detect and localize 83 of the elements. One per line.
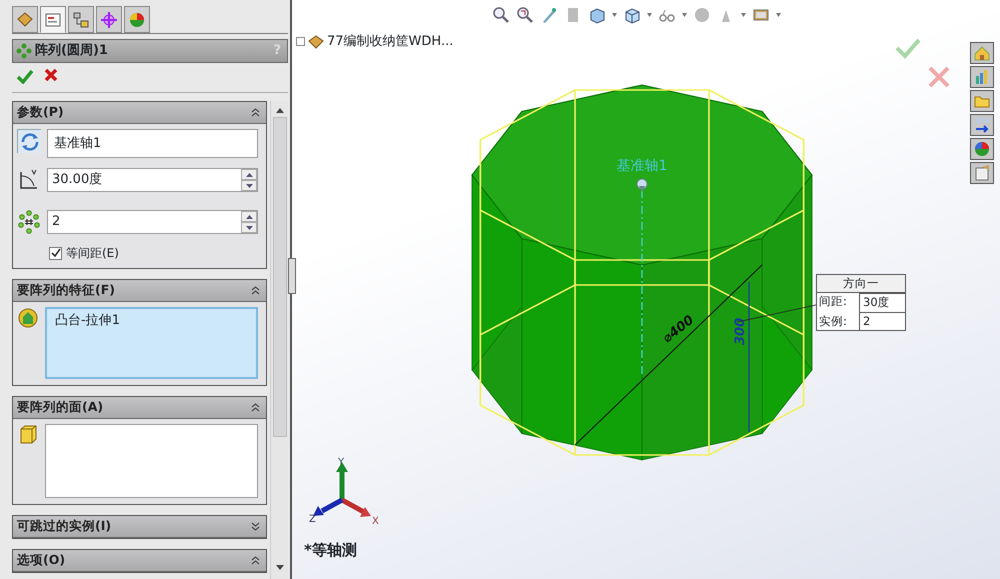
scroll-thumb[interactable] <box>272 117 286 437</box>
list-item[interactable]: 凸台-拉伸1 <box>55 311 248 330</box>
scrollbar[interactable] <box>270 101 288 579</box>
spin-up-button[interactable] <box>241 169 257 180</box>
caret-icon[interactable] <box>612 13 617 17</box>
sphere-icon <box>128 10 146 28</box>
section-header[interactable]: 选项(O) <box>13 550 266 572</box>
part-icon <box>308 34 324 49</box>
pen-icon[interactable] <box>540 6 558 24</box>
collapse-icon <box>251 286 260 295</box>
task-pane-tab[interactable] <box>970 42 994 64</box>
caret-icon[interactable] <box>741 13 746 17</box>
checkbox-label: 等间距(E) <box>66 245 119 262</box>
reverse-direction-button[interactable] <box>17 129 41 153</box>
down-arrow-icon <box>246 226 252 230</box>
tree-item[interactable]: 77编制收纳筐WDH... <box>327 32 454 52</box>
selection-list[interactable]: 凸台-拉伸1 <box>45 307 258 379</box>
feature-title: 阵列(圆周)1 <box>35 42 108 60</box>
house-icon <box>973 44 991 62</box>
selection-field[interactable]: 基准轴1 <box>47 129 258 158</box>
callout-title: 方向一 <box>817 275 905 294</box>
spin-down-button[interactable] <box>241 222 257 233</box>
ok-icon[interactable] <box>16 68 34 84</box>
panel-tab[interactable] <box>96 6 122 33</box>
section-header[interactable]: 可跳过的实例(I) <box>13 516 266 538</box>
callout-label: 间距: <box>818 293 848 310</box>
part-icon <box>16 10 34 28</box>
panel-tab[interactable] <box>124 6 150 33</box>
task-pane-tab[interactable] <box>970 66 994 88</box>
collapse-icon <box>251 108 260 117</box>
spin-up-button[interactable] <box>241 211 257 222</box>
zoom-area-icon[interactable] <box>516 6 534 24</box>
caret-icon[interactable] <box>647 13 652 17</box>
collapse-icon <box>251 556 260 565</box>
panel-tab[interactable] <box>68 6 94 33</box>
caret-icon[interactable] <box>682 13 687 17</box>
up-arrow-icon <box>246 172 252 176</box>
task-pane-tab[interactable] <box>970 90 994 112</box>
collapse-icon <box>251 403 260 412</box>
cancel-icon[interactable] <box>44 68 58 82</box>
axis-letter: X <box>372 516 379 527</box>
height-dimension: 300 <box>733 318 748 345</box>
view-name: *等轴测 <box>304 540 357 560</box>
checkbox[interactable] <box>49 246 62 260</box>
pattern-icon <box>16 42 32 59</box>
callout-label: 实例: <box>818 312 848 330</box>
instances-icon <box>17 210 41 234</box>
spinner-field[interactable]: 2 <box>47 210 258 234</box>
task-pane-tab[interactable] <box>970 162 994 184</box>
spin-down-button[interactable] <box>241 180 257 191</box>
panel-tab[interactable] <box>12 6 38 33</box>
expand-icon[interactable] <box>296 37 305 46</box>
feature-icon <box>17 307 39 329</box>
callout-value[interactable]: 30度 <box>859 293 905 312</box>
panel-tab[interactable] <box>40 6 66 33</box>
splitter-handle[interactable] <box>288 258 296 294</box>
scroll-up-icon[interactable] <box>276 107 284 113</box>
down-arrow-icon <box>246 184 252 188</box>
hierarchy-icon <box>72 10 90 28</box>
caret-icon[interactable] <box>776 13 781 17</box>
axis-marker-icon <box>636 178 648 192</box>
axis-label: 基准轴1 <box>616 158 668 174</box>
crosshair-icon <box>100 10 118 28</box>
spinner-field[interactable]: 30.00度 <box>47 168 258 192</box>
section-header[interactable]: 要阵列的特征(F) <box>13 280 266 302</box>
axis-letter: Z <box>309 514 316 525</box>
document-icon <box>44 10 62 28</box>
cube-icon[interactable] <box>623 6 641 24</box>
appearance-icon <box>973 140 991 158</box>
axis-letter: Y <box>338 457 344 468</box>
cube-icon[interactable] <box>588 6 606 24</box>
task-pane-tab[interactable] <box>970 114 994 136</box>
section-header[interactable]: 参数(P) <box>13 102 266 124</box>
clipboard-icon <box>973 164 991 182</box>
zoom-fit-icon[interactable] <box>492 6 510 24</box>
callout-value[interactable]: 2 <box>859 312 905 330</box>
expand-icon <box>251 522 260 531</box>
up-arrow-icon <box>246 214 252 218</box>
selection-list[interactable] <box>45 424 258 498</box>
task-pane-tab[interactable] <box>970 138 994 160</box>
section-header[interactable]: 要阵列的面(A) <box>13 397 266 419</box>
scroll-down-icon[interactable] <box>276 565 284 571</box>
view-palette-icon <box>973 116 991 134</box>
